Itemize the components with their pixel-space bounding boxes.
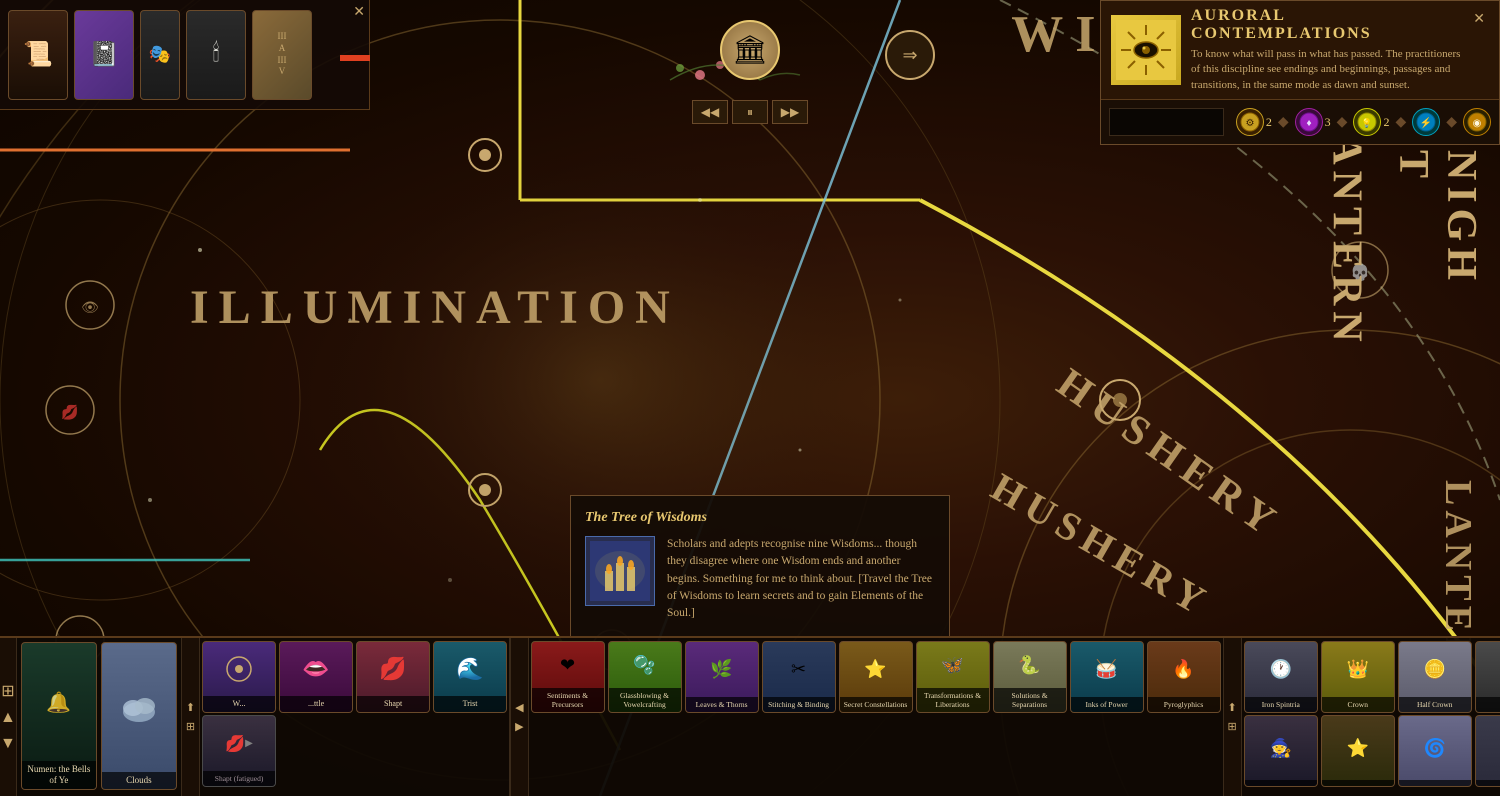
nav-up-left[interactable]: ▲ bbox=[0, 709, 16, 727]
toolbar-card-4[interactable]: 🕯 bbox=[186, 10, 246, 100]
svg-text:♦: ♦ bbox=[1306, 118, 1311, 129]
card-coin-4[interactable]: ✦ bbox=[1475, 715, 1500, 787]
time-controls: ◀◀ ⏸ ▶▶ bbox=[692, 100, 808, 124]
card-glassblowing[interactable]: 🫧 Glassblowing & Vowelcrafting bbox=[608, 641, 682, 713]
card-leaves-thorns[interactable]: 🌿 Leaves & Thorns bbox=[685, 641, 759, 713]
svg-text:👁: 👁 bbox=[81, 301, 99, 316]
auroral-panel: Auroral Contemplations To know what will… bbox=[1100, 0, 1500, 145]
svg-text:⚡: ⚡ bbox=[1420, 116, 1432, 129]
grid-left-button[interactable]: ⊞ bbox=[186, 720, 195, 733]
card-transformations[interactable]: 🦋 Transformations & Liberations bbox=[916, 641, 990, 713]
card-coin-2[interactable]: ⭐ bbox=[1321, 715, 1395, 787]
tooltip-body: Scholars and adepts recognise nine Wisdo… bbox=[585, 536, 935, 622]
card-stitching[interactable]: ✂ Stitching & Binding bbox=[762, 641, 836, 713]
tray-nav-left[interactable]: ⊞ ▲ ▼ bbox=[0, 638, 17, 796]
svg-text:💋: 💋 bbox=[61, 404, 78, 421]
auroral-title: Auroral Contemplations bbox=[1191, 7, 1469, 43]
tooltip-icon bbox=[585, 536, 655, 606]
auroral-close-button[interactable]: ✕ bbox=[1469, 7, 1489, 32]
card-crown[interactable]: 👑 Crown bbox=[1321, 641, 1395, 713]
card-clouds[interactable]: Clouds bbox=[101, 642, 177, 790]
tray-scroll-right[interactable]: ▶ bbox=[515, 720, 523, 733]
card-half-crown[interactable]: 🪙 Half Crown bbox=[1398, 641, 1472, 713]
illumination-label: ILLUMINATION bbox=[190, 280, 680, 335]
toolbar-card-5[interactable]: IIIAIIIV bbox=[252, 10, 312, 100]
card-shilling[interactable]: 🪙 Shilling bbox=[1475, 641, 1500, 713]
card-pyroglyphics[interactable]: 🔥 Pyroglyphics bbox=[1147, 641, 1221, 713]
nav-down-left[interactable]: ▼ bbox=[0, 735, 16, 753]
progress-bar bbox=[340, 55, 370, 61]
auroral-resources: ⚙ 2 ◆ ♦ 3 ◆ 💡 bbox=[1101, 100, 1499, 144]
close-toolbar-button[interactable]: ✕ bbox=[353, 4, 365, 21]
card-trist[interactable]: 🌊 Trist bbox=[433, 641, 507, 713]
resource-4: ⚡ bbox=[1412, 108, 1440, 136]
time-prev-button[interactable]: ◀◀ bbox=[692, 100, 728, 124]
card-ttle[interactable]: 👄 ...ttle bbox=[279, 641, 353, 713]
card-person-1[interactable]: 🧙 bbox=[1244, 715, 1318, 787]
svg-text:⚙: ⚙ bbox=[1245, 118, 1254, 129]
card-shapt-fatigued[interactable]: 💋 ▶ Shapt (fatigued) bbox=[202, 715, 276, 787]
card-inks[interactable]: 🥁 Inks of Power bbox=[1070, 641, 1144, 713]
toolbar-card-3[interactable]: 🎭 bbox=[140, 10, 180, 100]
card-secret-constellations[interactable]: ⭐ Secret Constellations bbox=[839, 641, 913, 713]
svg-text:💡: 💡 bbox=[1362, 117, 1373, 128]
card-numen[interactable]: 🔔 Numen: the Bells of Ye bbox=[21, 642, 97, 790]
card-iron-spintria[interactable]: 🕐 Iron Spintria bbox=[1244, 641, 1318, 713]
tooltip-text: Scholars and adepts recognise nine Wisdo… bbox=[667, 536, 935, 622]
auroral-text: To know what will pass in what has passe… bbox=[1191, 47, 1469, 93]
toolbar-card-2[interactable]: 📓 bbox=[74, 10, 134, 100]
nav-arrow-circle[interactable]: ⇒ bbox=[885, 30, 935, 80]
tray-scroll-left[interactable]: ◀ bbox=[515, 701, 523, 714]
card-coin-3[interactable]: 🌀 bbox=[1398, 715, 1472, 787]
resource-1: ⚙ 2 bbox=[1236, 108, 1272, 136]
tooltip-title: The Tree of Wisdoms bbox=[585, 510, 935, 526]
time-next-button[interactable]: ▶▶ bbox=[772, 100, 808, 124]
export-left-button[interactable]: ⬆ bbox=[186, 701, 195, 714]
game-canvas: 👁 💋 💀 ILLUM bbox=[0, 0, 1500, 796]
card-sentiments[interactable]: ❤ Sentiments & Precursors bbox=[531, 641, 605, 713]
auroral-icon bbox=[1111, 15, 1181, 85]
top-toolbar: 📜 📓 🎭 🕯 IIIAIIIV ✕ bbox=[0, 0, 370, 110]
grid-right-button[interactable]: ⊞ bbox=[1228, 720, 1237, 733]
night-label: NIGHT bbox=[1389, 150, 1485, 286]
resource-5: ◉ bbox=[1463, 108, 1491, 136]
toolbar-card-1[interactable]: 📜 bbox=[8, 10, 68, 100]
svg-text:◉: ◉ bbox=[1473, 118, 1482, 129]
export-right-button[interactable]: ⬆ bbox=[1228, 701, 1237, 714]
nav-grid-left[interactable]: ⊞ bbox=[1, 681, 14, 701]
resource-3: 💡 2 bbox=[1353, 108, 1389, 136]
card-solutions[interactable]: 🐍 Solutions & Separations bbox=[993, 641, 1067, 713]
house-icon[interactable]: 🏛 bbox=[720, 20, 780, 80]
card-shapt[interactable]: 💋 Shapt bbox=[356, 641, 430, 713]
time-pause-button[interactable]: ⏸ bbox=[732, 100, 768, 124]
node-tooltip: The Tree of Wisdoms Scholar bbox=[570, 495, 950, 637]
resource-2: ♦ 3 bbox=[1295, 108, 1331, 136]
card-w[interactable]: W... bbox=[202, 641, 276, 713]
bottom-tray: ⊞ ▲ ▼ 🔔 Numen: the Bells of Ye bbox=[0, 636, 1500, 796]
